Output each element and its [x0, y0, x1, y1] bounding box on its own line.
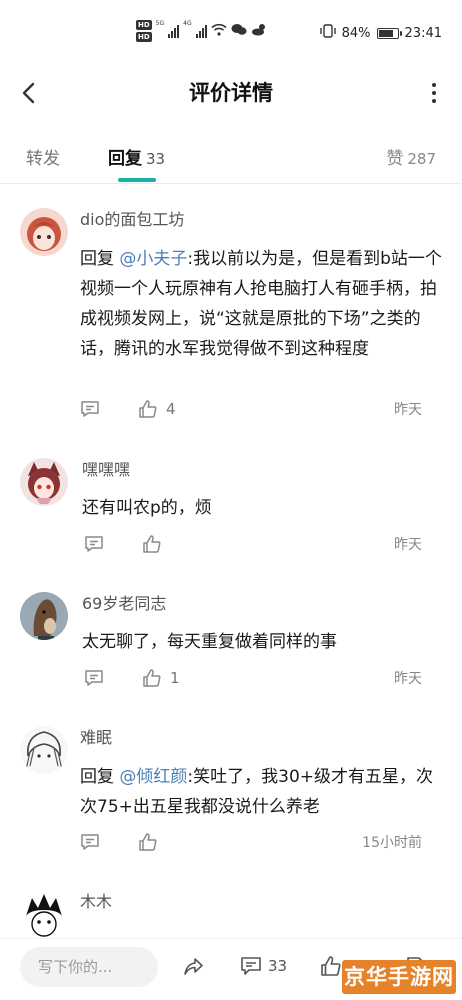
- comment-bubble-icon: [241, 957, 261, 975]
- like-button[interactable]: [138, 830, 166, 854]
- avatar[interactable]: [20, 458, 68, 506]
- comment-time: 昨天: [394, 671, 422, 687]
- avatar-spiky-hair-image: [20, 890, 68, 938]
- tab-bar: 转发 回复 33 赞 287: [0, 128, 462, 184]
- comment-item: 难眠 回复 @倾红颜:笑吐了，我30+级才有五星，次次75+出五星我都没说什么养…: [0, 726, 462, 856]
- status-bar: HD HD 5G 4G 84% 23:41: [0, 0, 462, 66]
- comment-author[interactable]: 难眠: [80, 726, 112, 750]
- share-icon: [184, 958, 203, 975]
- tab-reply-count: 33: [146, 150, 166, 168]
- comment-button[interactable]: 33: [240, 955, 287, 977]
- comment-item: 木木: [0, 890, 462, 938]
- wifi-icon: [211, 23, 227, 40]
- comment-item: 嘿嘿嘿 还有叫农p的，烦 昨天: [0, 458, 462, 558]
- watermark-logo: 京华手游网: [342, 960, 456, 994]
- thumbs-up-icon: [143, 669, 161, 687]
- thumbs-up-icon: [321, 956, 341, 976]
- tab-like[interactable]: 赞 287: [386, 144, 436, 169]
- avatar[interactable]: [20, 208, 68, 256]
- comment-author[interactable]: 69岁老同志: [82, 592, 166, 616]
- signal-1-icon: [168, 24, 180, 38]
- comment-time: 昨天: [394, 402, 422, 418]
- like-button[interactable]: 1: [142, 666, 180, 690]
- comment-text: 太无聊了，每天重复做着同样的事: [82, 627, 444, 657]
- comment-author[interactable]: dio的面包工坊: [80, 208, 184, 232]
- comment-text: 回复 @倾红颜:笑吐了，我30+级才有五星，次次75+出五星我都没说什么养老: [80, 762, 442, 822]
- comment-actions: 1 昨天: [84, 666, 446, 690]
- tab-like-count: 287: [407, 150, 436, 168]
- comment-input-container: [20, 947, 158, 987]
- thumbs-up-icon: [143, 535, 161, 553]
- page-title: 评价详情: [189, 81, 273, 105]
- weather-icon: [251, 23, 267, 40]
- avatar-cat-girl-image: [20, 458, 68, 506]
- comment-bubble-icon[interactable]: [84, 668, 104, 688]
- vibrate-icon: [319, 24, 336, 42]
- avatar[interactable]: [20, 592, 68, 640]
- network-label-1: 5G: [155, 20, 165, 27]
- like-count: 1: [170, 669, 180, 687]
- comment-bubble-icon[interactable]: [80, 399, 100, 419]
- comment-time: 昨天: [394, 537, 422, 553]
- hd-badge-1: HD: [136, 20, 152, 30]
- like-button[interactable]: 4: [138, 397, 176, 421]
- avatar[interactable]: [20, 726, 68, 774]
- comment-author[interactable]: 木木: [80, 890, 112, 914]
- comment-actions: 15小时前: [80, 830, 442, 854]
- hd-indicators: HD HD: [136, 20, 152, 42]
- status-bar-right: 84% 23:41: [319, 24, 442, 42]
- tab-forward[interactable]: 转发: [26, 144, 60, 169]
- tab-reply[interactable]: 回复 33: [108, 144, 165, 169]
- like-button[interactable]: [142, 532, 170, 556]
- comment-text: 回复 @小夫子:我以前以为是，但是看到b站一个视频一个人玩原神有人抢电脑打人有砸…: [80, 244, 442, 364]
- comment-text: 还有叫农p的，烦: [82, 493, 444, 523]
- reply-prefix: 回复: [80, 767, 120, 787]
- comment-content: 太无聊了，每天重复做着同样的事: [82, 632, 337, 652]
- comment-actions: 昨天: [84, 532, 446, 556]
- network-label-2: 4G: [183, 20, 192, 27]
- more-options-button[interactable]: [426, 80, 442, 106]
- hd-badge-2: HD: [136, 32, 152, 42]
- reply-prefix: 回复: [80, 249, 120, 269]
- tab-reply-label: 回复: [108, 149, 142, 169]
- comment-item: dio的面包工坊 回复 @小夫子:我以前以为是，但是看到b站一个视频一个人玩原神…: [0, 208, 462, 426]
- more-vertical-icon: [432, 83, 436, 87]
- comment-time: 15小时前: [362, 835, 422, 851]
- avatar-sketch-girl-image: [20, 726, 68, 774]
- comment-bubble-icon[interactable]: [84, 534, 104, 554]
- comment-input[interactable]: [20, 947, 158, 987]
- battery-icon: [376, 27, 402, 39]
- comment-author[interactable]: 嘿嘿嘿: [82, 458, 130, 482]
- comment-actions: 4 昨天: [80, 397, 442, 421]
- like-count: 4: [166, 400, 176, 418]
- mention-link[interactable]: @小夫子: [119, 249, 187, 269]
- signal-2-icon: [195, 24, 207, 38]
- avatar-horse-image: [20, 592, 68, 640]
- avatar[interactable]: [20, 890, 68, 938]
- tab-like-label: 赞: [386, 149, 404, 169]
- mention-link[interactable]: @倾红颜: [119, 767, 187, 787]
- wechat-icon: [231, 23, 247, 40]
- comment-item: 69岁老同志 太无聊了，每天重复做着同样的事 1 昨天: [0, 592, 462, 692]
- tab-forward-label: 转发: [26, 149, 60, 169]
- thumbs-up-icon: [139, 833, 157, 851]
- status-bar-left: HD HD 5G 4G: [136, 20, 267, 42]
- comment-bubble-icon[interactable]: [80, 832, 100, 852]
- clock: 23:41: [404, 25, 442, 41]
- share-button[interactable]: [182, 955, 204, 977]
- battery-level: [378, 29, 393, 37]
- thumbs-up-icon: [139, 400, 157, 418]
- avatar-anime-girl-image: [20, 208, 68, 256]
- comment-count: 33: [268, 957, 288, 975]
- battery-percent: 84%: [341, 25, 371, 41]
- app-header: 评价详情: [0, 66, 462, 120]
- tab-active-indicator: [118, 178, 156, 182]
- comment-content: 还有叫农p的，烦: [82, 498, 212, 518]
